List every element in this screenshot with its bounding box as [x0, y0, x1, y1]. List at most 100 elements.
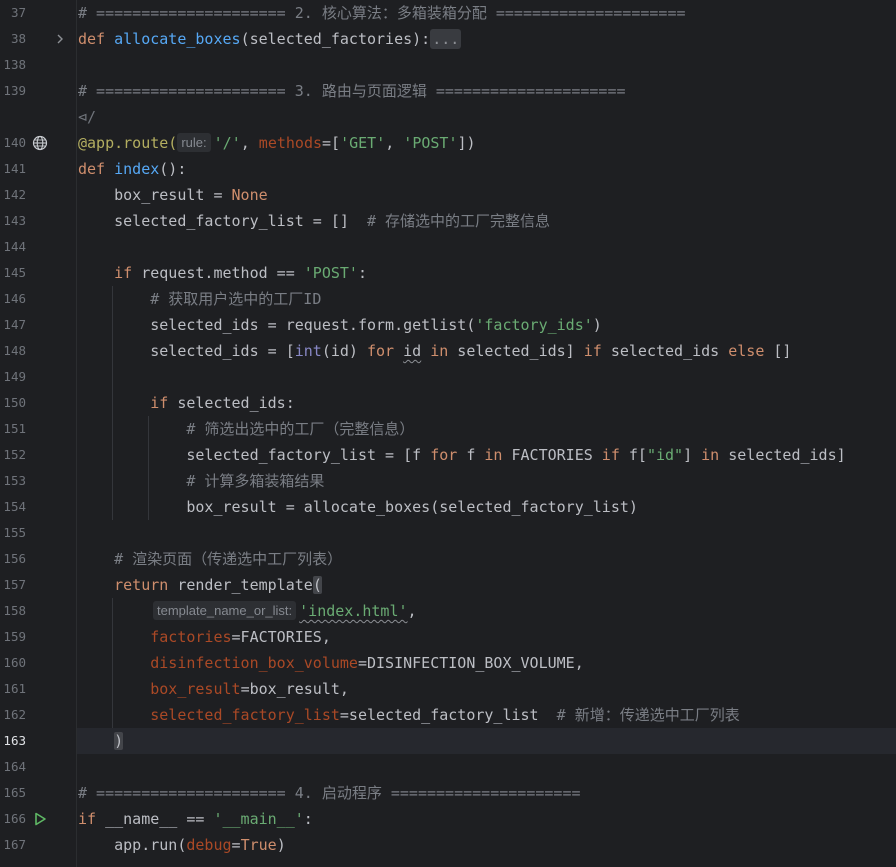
string: 'index.html': [299, 602, 408, 620]
code-line-147[interactable]: selected_ids = request.form.getlist('fac…: [77, 312, 896, 338]
line-number: 164: [3, 759, 26, 774]
code-line-159[interactable]: factories=FACTORIES,: [77, 624, 896, 650]
code-text: =[: [322, 134, 341, 152]
keyword: def: [78, 30, 115, 48]
comment: # 渲染页面（传递选中工厂列表）: [78, 550, 343, 568]
code-text: box_result = allocate_boxes(selected_fac…: [78, 498, 638, 516]
code-line-156[interactable]: # 渲染页面（传递选中工厂列表）: [77, 546, 896, 572]
code-line-157[interactable]: return render_template(: [77, 572, 896, 598]
code-line-38[interactable]: def allocate_boxes(selected_factories):.…: [77, 26, 896, 52]
line-number: 153: [3, 473, 26, 488]
function-name: index: [114, 160, 160, 178]
code-line-153[interactable]: # 计算多箱装箱结果: [77, 468, 896, 494]
code-line-154[interactable]: box_result = allocate_boxes(selected_fac…: [77, 494, 896, 520]
code-line-164[interactable]: [77, 754, 896, 780]
string: 'POST': [403, 134, 458, 152]
code-text: request.method ==: [141, 264, 304, 282]
code-text: :: [357, 264, 367, 282]
keyword: return: [78, 576, 178, 594]
endpoint-hint-line[interactable]: ⊲/: [77, 104, 896, 130]
code-text: f: [457, 446, 485, 464]
code-line-144[interactable]: [77, 234, 896, 260]
endpoint-hint: ⊲/: [78, 108, 97, 126]
code-line-138[interactable]: [77, 52, 896, 78]
string: "id": [646, 446, 684, 464]
code-line-152[interactable]: selected_factory_list = [f for f in FACT…: [77, 442, 896, 468]
comment: # 筛选出选中的工厂（完整信息）: [78, 420, 415, 438]
keyword-argument: selected_factory_list: [78, 706, 340, 724]
code-line-139[interactable]: # ===================== 3. 路由与页面逻辑 =====…: [77, 78, 896, 104]
code-line-160[interactable]: disinfection_box_volume=DISINFECTION_BOX…: [77, 650, 896, 676]
code-line-150[interactable]: if selected_ids:: [77, 390, 896, 416]
line-number: 146: [3, 291, 26, 306]
line-number: 37: [10, 5, 26, 20]
string: '/': [213, 134, 241, 152]
code-line-143[interactable]: selected_factory_list = [] # 存储选中的工厂完整信息: [77, 208, 896, 234]
line-number: 165: [3, 785, 26, 800]
code-editor[interactable]: 37 38 138 139 140 141 142 143 144 145 146 147 148 149…: [0, 0, 896, 867]
code-line-165[interactable]: # ===================== 4. 启动程序 ========…: [77, 780, 896, 806]
line-number: 158: [3, 603, 26, 618]
line-number: 152: [3, 447, 26, 462]
comment: # 新增：传递选中工厂列表: [556, 706, 740, 724]
keyword-argument: factories: [78, 628, 232, 646]
run-play-icon[interactable]: [30, 806, 50, 832]
line-number: 155: [3, 525, 26, 540]
line-number: 147: [3, 317, 26, 332]
code-line-166[interactable]: if __name__ == '__main__':: [77, 806, 896, 832]
line-number: 139: [3, 83, 26, 98]
comment: # 存储选中的工厂完整信息: [366, 212, 551, 230]
comment: # 计算多箱装箱结果: [78, 472, 325, 490]
line-number: 38: [10, 31, 26, 46]
keyword: if: [78, 394, 178, 412]
parameter-hint: rule:: [177, 133, 211, 152]
code-text: []: [764, 342, 792, 360]
function-name: allocate_boxes: [114, 30, 241, 48]
string: '__main__': [213, 810, 304, 828]
line-number: 161: [3, 681, 26, 696]
line-number: 143: [3, 213, 26, 228]
code-line-142[interactable]: box_result = None: [77, 182, 896, 208]
folded-region[interactable]: ...: [430, 29, 462, 49]
line-number: 149: [3, 369, 26, 384]
code-text: ,: [240, 134, 259, 152]
code-area[interactable]: # ===================== 2. 核心算法：多箱装箱分配 =…: [77, 0, 896, 867]
code-text: ]): [457, 134, 476, 152]
code-text: render_template: [177, 576, 313, 594]
code-line-145[interactable]: if request.method == 'POST':: [77, 260, 896, 286]
code-line-140[interactable]: @app.route(rule: '/', methods=['GET', 'PO…: [77, 130, 896, 156]
code-text: =FACTORIES,: [231, 628, 331, 646]
code-line-141[interactable]: def index():: [77, 156, 896, 182]
code-text: FACTORIES: [502, 446, 602, 464]
code-line-149[interactable]: [77, 364, 896, 390]
shadowed-builtin-warning[interactable]: id: [403, 342, 421, 360]
line-number: 138: [3, 57, 26, 72]
string: 'POST': [303, 264, 358, 282]
code-line-155[interactable]: [77, 520, 896, 546]
code-line-163-current[interactable]: ): [77, 728, 896, 754]
matched-bracket: ): [114, 732, 124, 750]
code-line-37[interactable]: # ===================== 2. 核心算法：多箱装箱分配 =…: [77, 0, 896, 26]
line-number: 151: [3, 421, 26, 436]
keyword-argument: disinfection_box_volume: [78, 654, 358, 672]
code-line-167[interactable]: app.run(debug=True): [77, 832, 896, 858]
keyword: in: [484, 446, 503, 464]
code-line-161[interactable]: box_result=box_result,: [77, 676, 896, 702]
code-line-148[interactable]: selected_ids = [int(id) for id in select…: [77, 338, 896, 364]
code-text: selected_ids:: [177, 394, 295, 412]
line-number: 160: [3, 655, 26, 670]
code-line-151[interactable]: # 筛选出选中的工厂（完整信息）: [77, 416, 896, 442]
globe-icon[interactable]: [30, 130, 50, 156]
line-number: 154: [3, 499, 26, 514]
code-text: ,: [385, 134, 404, 152]
code-line-158[interactable]: template_name_or_list:'index.html',: [77, 598, 896, 624]
code-line-146[interactable]: # 获取用户选中的工厂ID: [77, 286, 896, 312]
keyword-argument: debug: [186, 836, 232, 854]
code-text: ): [592, 316, 602, 334]
code-line-162[interactable]: selected_factory_list=selected_factory_l…: [77, 702, 896, 728]
keyword: in: [430, 342, 449, 360]
chevron-right-icon[interactable]: [50, 26, 70, 52]
